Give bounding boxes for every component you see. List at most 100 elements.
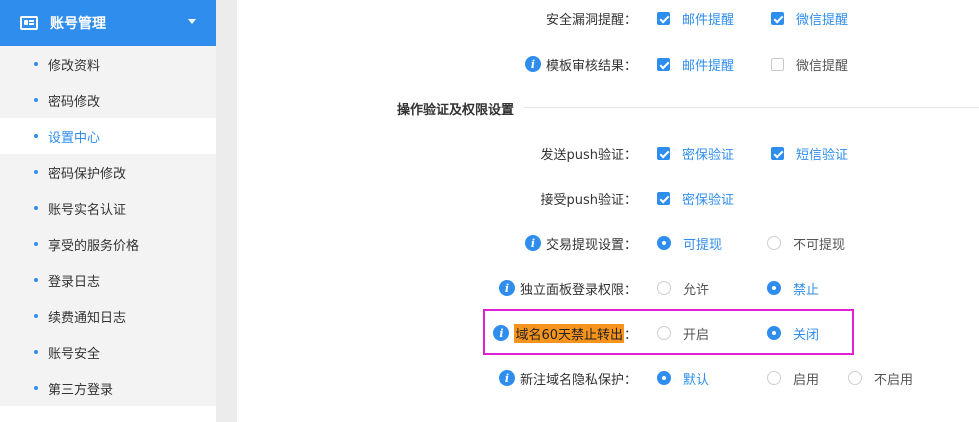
withdraw-row: i 交易提现设置： 可提现 不可提现 — [237, 233, 979, 253]
sidebar-item-label: 账号实名认证 — [48, 202, 127, 218]
label-text: 新注域名隐私保护： — [519, 372, 637, 388]
checkbox-checked-icon — [771, 11, 784, 25]
radio-selected-icon — [657, 236, 671, 250]
label-text: 模板审核结果： — [545, 58, 637, 74]
send-push-sms-checkbox[interactable]: 短信验证 — [771, 143, 848, 163]
bullet-icon — [34, 206, 38, 210]
sidebar-item-label: 密码修改 — [48, 94, 101, 110]
option-label: 默认 — [683, 372, 710, 388]
receive-push-security-checkbox[interactable]: 密保验证 — [657, 188, 734, 208]
template-review-label: i 模板审核结果： — [524, 54, 637, 74]
send-push-security-checkbox[interactable]: 密保验证 — [657, 143, 734, 163]
sidebar-item-real-name-auth[interactable]: 账号实名认证 — [0, 190, 216, 226]
sidebar-item-change-password[interactable]: 密码修改 — [0, 82, 216, 118]
vuln-alert-email-checkbox[interactable]: 邮件提醒 — [657, 8, 734, 28]
option-label: 密保验证 — [682, 192, 735, 208]
checkbox-checked-icon — [657, 11, 670, 25]
checkbox-checked-icon — [657, 146, 670, 160]
bullet-icon — [34, 314, 38, 318]
radio-selected-icon — [767, 281, 781, 295]
label-text: 接受push验证： — [540, 192, 637, 208]
option-label: 不启用 — [874, 372, 914, 388]
sidebar-item-account-security[interactable]: 账号安全 — [0, 334, 216, 370]
sidebar-item-label: 登录日志 — [48, 274, 101, 290]
sidebar-item-label: 设置中心 — [48, 130, 101, 146]
privacy-disable-radio[interactable]: 不启用 — [848, 368, 913, 388]
sidebar-item-label: 修改资料 — [48, 58, 101, 74]
template-review-row: i 模板审核结果： 邮件提醒 微信提醒 — [237, 54, 979, 74]
vuln-alert-label: 安全漏洞提醒： — [546, 8, 637, 28]
sidebar-item-label: 账号安全 — [48, 346, 101, 362]
option-label: 微信提醒 — [796, 58, 849, 74]
template-review-wechat-checkbox[interactable]: 微信提醒 — [771, 54, 848, 74]
label-text: 安全漏洞提醒： — [545, 12, 637, 28]
bullet-icon — [34, 278, 38, 282]
withdraw-label: i 交易提现设置： — [524, 233, 637, 253]
info-icon[interactable]: i — [524, 56, 541, 72]
sidebar-item-label: 续费通知日志 — [48, 310, 127, 326]
privacy-default-radio[interactable]: 默认 — [657, 368, 709, 388]
sidebar-item-settings-center[interactable]: 设置中心 — [0, 118, 216, 154]
sidebar-item-renewal-log[interactable]: 续费通知日志 — [0, 298, 216, 334]
bullet-icon — [34, 62, 38, 66]
withdraw-deny-radio[interactable]: 不可提现 — [767, 233, 845, 253]
info-icon[interactable]: i — [498, 280, 515, 296]
sidebar-item-label: 密码保护修改 — [48, 166, 127, 182]
vuln-alert-wechat-checkbox[interactable]: 微信提醒 — [771, 8, 848, 28]
info-icon[interactable]: i — [498, 370, 515, 386]
sidebar-next-group — [0, 406, 216, 422]
withdraw-allow-radio[interactable]: 可提现 — [657, 233, 722, 253]
option-label: 邮件提醒 — [682, 58, 735, 74]
label-text: 发送push验证： — [540, 147, 637, 163]
radio-unselected-icon — [657, 281, 671, 295]
template-review-email-checkbox[interactable]: 邮件提醒 — [657, 54, 734, 74]
radio-unselected-icon — [767, 236, 781, 250]
send-push-label: 发送push验证： — [540, 143, 637, 163]
sidebar-item-service-price[interactable]: 享受的服务价格 — [0, 226, 216, 262]
option-label: 微信提醒 — [796, 12, 849, 28]
bullet-icon — [34, 242, 38, 246]
label-text: 独立面板登录权限： — [519, 282, 637, 298]
radio-selected-icon — [657, 371, 671, 385]
bullet-icon — [34, 134, 38, 138]
vuln-alert-row: 安全漏洞提醒： 邮件提醒 微信提醒 — [237, 8, 979, 28]
sidebar-header-account-management[interactable]: 账号管理 — [0, 0, 216, 46]
sidebar-item-third-party-login[interactable]: 第三方登录 — [0, 370, 216, 406]
panel-login-deny-radio[interactable]: 禁止 — [767, 278, 819, 298]
sidebar-item-label: 第三方登录 — [48, 382, 114, 398]
sidebar-item-label: 享受的服务价格 — [48, 238, 140, 254]
receive-push-label: 接受push验证： — [540, 188, 637, 208]
option-label: 禁止 — [793, 282, 820, 298]
receive-push-row: 接受push验证： 密保验证 — [237, 188, 979, 208]
sidebar-header-title: 账号管理 — [50, 16, 106, 32]
panel-login-label: i 独立面板登录权限： — [498, 278, 637, 298]
bullet-icon — [34, 98, 38, 102]
option-label: 启用 — [793, 372, 820, 388]
privacy-enable-radio[interactable]: 启用 — [767, 368, 819, 388]
label-text: 交易提现设置： — [545, 237, 637, 253]
bullet-icon — [34, 386, 38, 390]
info-icon[interactable]: i — [524, 235, 541, 251]
panel-login-row: i 独立面板登录权限： 允许 禁止 — [237, 278, 979, 298]
checkbox-checked-icon — [657, 57, 670, 71]
option-label: 可提现 — [683, 237, 723, 253]
panel-login-allow-radio[interactable]: 允许 — [657, 278, 709, 298]
option-label: 邮件提醒 — [682, 12, 735, 28]
privacy-row: i 新注域名隐私保护： 默认 启用 不启用 — [237, 368, 979, 388]
option-label: 不可提现 — [793, 237, 846, 253]
annotation-highlight-box — [483, 309, 854, 355]
radio-unselected-icon — [767, 371, 781, 385]
caret-down-icon[interactable] — [188, 19, 196, 24]
option-label: 短信验证 — [796, 147, 849, 163]
gutter — [216, 0, 237, 422]
sidebar-item-edit-profile[interactable]: 修改资料 — [0, 46, 216, 82]
sidebar-item-security-question[interactable]: 密码保护修改 — [0, 154, 216, 190]
privacy-label: i 新注域名隐私保护： — [498, 368, 637, 388]
sidebar-item-login-log[interactable]: 登录日志 — [0, 262, 216, 298]
radio-unselected-icon — [848, 371, 862, 385]
bullet-icon — [34, 170, 38, 174]
send-push-row: 发送push验证： 密保验证 短信验证 — [237, 143, 979, 163]
option-label: 允许 — [683, 282, 710, 298]
option-label: 密保验证 — [682, 147, 735, 163]
account-card-icon — [20, 16, 38, 30]
